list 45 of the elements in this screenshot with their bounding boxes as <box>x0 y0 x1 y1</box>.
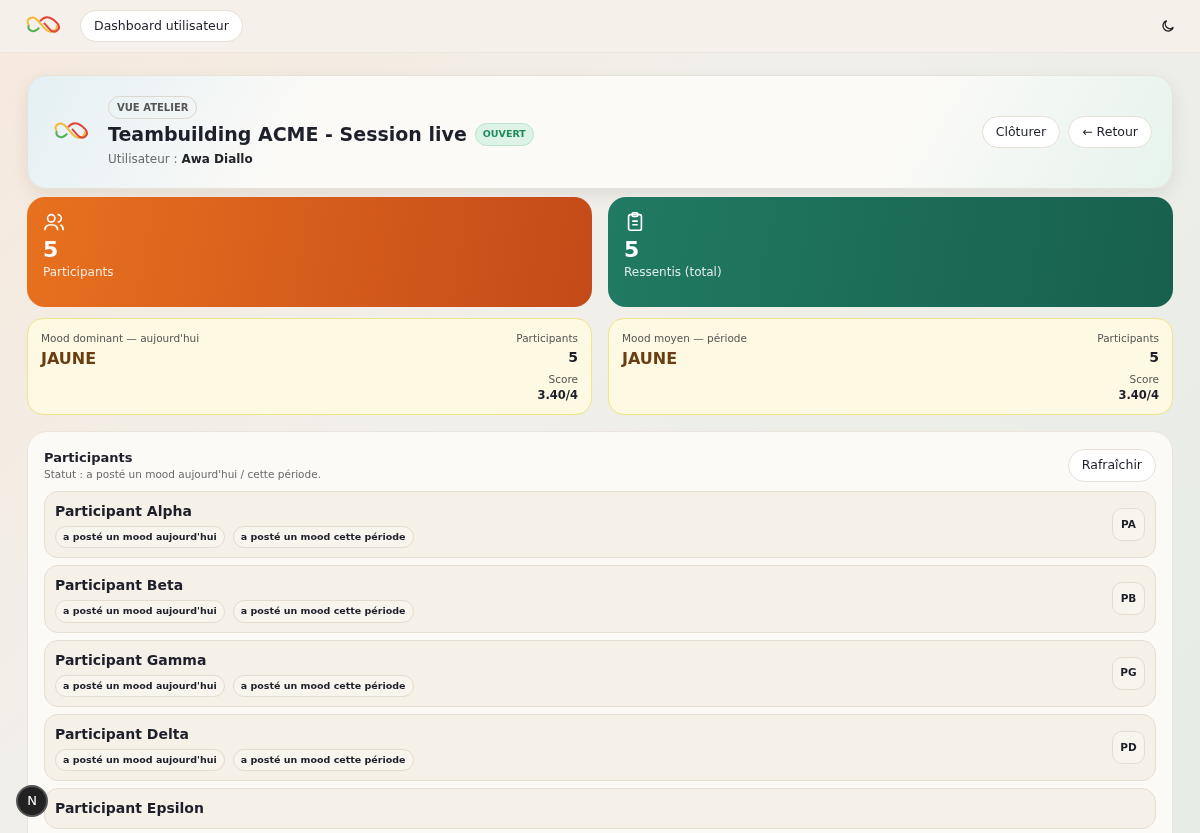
avatar: PB <box>1112 582 1145 616</box>
dev-badge[interactable]: N <box>16 785 48 817</box>
stat-value: 5 <box>43 236 60 264</box>
stat-label: Participants <box>43 264 115 282</box>
refresh-button[interactable]: Rafraîchir <box>1067 449 1156 482</box>
score-value: 3.40/4 <box>1117 387 1159 405</box>
score-value: 3.40/4 <box>536 387 578 405</box>
participants-label: Participants <box>516 330 578 346</box>
nav-button[interactable]: Dashboard utilisateur <box>80 9 243 43</box>
stat-value: 5 <box>624 236 641 264</box>
avatar: PD <box>1112 730 1145 764</box>
participant-name: Participant Delta <box>55 724 190 744</box>
status-tag: a posté un mood cette période <box>232 526 414 549</box>
stat-label: Ressentis (total) <box>624 264 723 282</box>
mood-name: JAUNE <box>41 347 98 370</box>
status-badge: OUVERT <box>474 123 534 146</box>
action-button[interactable]: ← Retour <box>1068 115 1152 149</box>
participants-count: 5 <box>1148 347 1159 367</box>
mood-caption: Mood moyen — période <box>622 330 747 346</box>
panel-title: Participants <box>44 448 134 467</box>
action-button[interactable]: Clôturer <box>981 115 1061 149</box>
score-label: Score <box>547 371 578 387</box>
participant-name: Participant Epsilon <box>55 799 204 819</box>
participants-count: 5 <box>567 347 578 367</box>
status-tag: a posté un mood aujourd'hui <box>55 600 225 623</box>
panel-subtitle: Statut : a posté un mood aujourd'hui / cette période. <box>44 467 321 483</box>
user-name: Awa Diallo <box>181 151 253 166</box>
moon-icon[interactable] <box>1160 18 1176 34</box>
participant-name: Participant Gamma <box>55 650 208 670</box>
participants-label: Participants <box>1097 330 1159 346</box>
status-tag: a posté un mood aujourd'hui <box>55 748 225 772</box>
status-tag: a posté un mood aujourd'hui <box>55 674 225 697</box>
mood-caption: Mood dominant — aujourd'hui <box>41 330 200 346</box>
avatar: PG <box>1112 656 1145 690</box>
score-label: Score <box>1128 371 1159 387</box>
participant-name: Participant Beta <box>55 576 185 596</box>
participant-name: Participant Alpha <box>55 502 193 522</box>
status-tag: a posté un mood aujourd'hui <box>55 526 225 549</box>
user-label: Utilisateur : <box>108 151 178 166</box>
avatar: PA <box>1112 508 1145 542</box>
mood-name: JAUNE <box>622 347 679 370</box>
status-tag: a posté un mood cette période <box>232 674 414 697</box>
status-tag: a posté un mood cette période <box>232 600 414 623</box>
status-tag: a posté un mood cette période <box>232 748 414 772</box>
session-title: Teambuilding ACME - Session live <box>108 123 467 146</box>
